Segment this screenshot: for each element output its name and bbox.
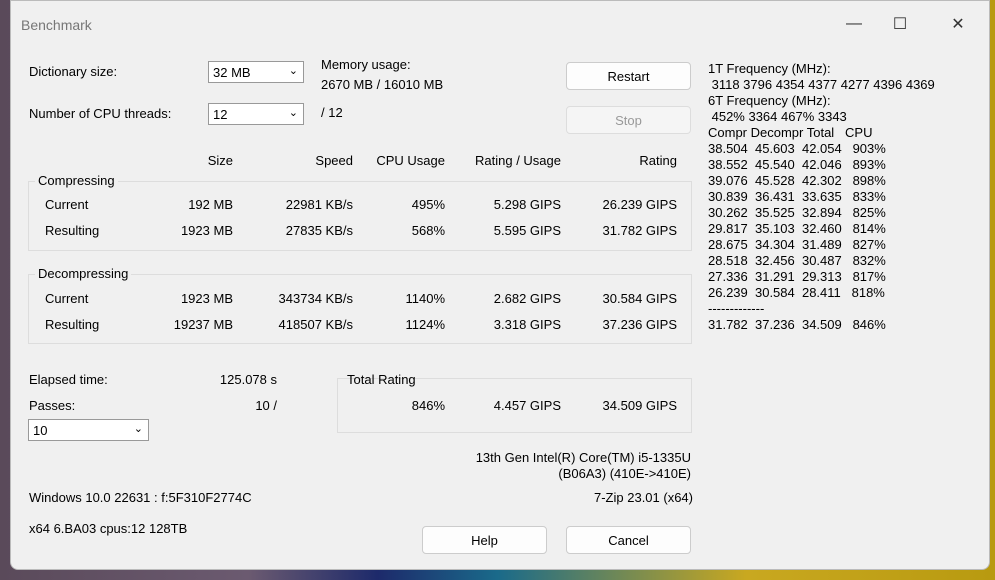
chevron-down-icon: ⌄: [288, 65, 298, 77]
memory-value: 2670 MB / 16010 MB: [321, 77, 444, 92]
threads-max: / 12: [321, 105, 343, 120]
compressing-label: Compressing: [35, 173, 118, 188]
compressing-cell: 568%: [411, 223, 445, 238]
decompressing-cell: 418507 KB/s: [278, 317, 353, 332]
decompressing-cell: 30.584 GIPS: [602, 291, 677, 306]
decompressing-cell: 1923 MB: [180, 291, 233, 306]
threads-label: Number of CPU threads:: [29, 106, 172, 121]
decompressing-cell: 2.682 GIPS: [493, 291, 561, 306]
cancel-button[interactable]: Cancel: [566, 526, 691, 554]
decompressing-row-label: Resulting: [45, 317, 100, 332]
cpu-name: 13th Gen Intel(R) Core(TM) i5-1335U: [475, 450, 691, 465]
benchmark-log: 1T Frequency (MHz): 3118 3796 4354 4377 …: [708, 61, 935, 332]
decompressing-cell: 343734 KB/s: [278, 291, 353, 306]
dictionary-size-value: 32 MB: [213, 65, 251, 80]
window-title: Benchmark: [21, 17, 92, 33]
minimize-button[interactable]: —: [831, 9, 877, 39]
total-rating-label: Total Rating: [347, 372, 416, 387]
compressing-cell: 1923 MB: [180, 223, 233, 238]
col-size: Size: [207, 153, 233, 168]
stop-button[interactable]: Stop: [566, 106, 691, 134]
benchmark-window: Benchmark — ☐ ✕ Dictionary size: 32 MB ⌄ …: [10, 0, 990, 570]
compressing-row-label: Resulting: [45, 223, 100, 238]
col-cpu-usage: CPU Usage: [376, 153, 445, 168]
restart-button[interactable]: Restart: [566, 62, 691, 90]
chevron-down-icon: ⌄: [133, 423, 143, 435]
help-button[interactable]: Help: [422, 526, 547, 554]
passes-select-value: 10: [33, 423, 48, 438]
total-rating-usage: 4.457 GIPS: [493, 398, 561, 413]
decompressing-cell: 37.236 GIPS: [602, 317, 677, 332]
arch-info: x64 6.BA03 cpus:12 128TB: [29, 521, 188, 536]
dictionary-size-select[interactable]: 32 MB ⌄: [208, 61, 304, 83]
threads-value: 12: [213, 107, 228, 122]
compressing-group: Compressing: [28, 173, 692, 251]
col-rating-usage: Rating / Usage: [475, 153, 561, 168]
total-rating-value: 34.509 GIPS: [602, 398, 677, 413]
decompressing-row-label: Current: [45, 291, 89, 306]
decompressing-label: Decompressing: [35, 266, 132, 281]
compressing-cell: 22981 KB/s: [285, 197, 353, 212]
passes-value: 10 /: [255, 398, 277, 413]
elapsed-label: Elapsed time:: [29, 372, 108, 387]
decompressing-cell: 1140%: [405, 291, 445, 306]
decompressing-cell: 1124%: [405, 317, 445, 332]
compressing-cell: 192 MB: [188, 197, 233, 212]
close-button[interactable]: ✕: [935, 9, 981, 39]
decompressing-cell: 19237 MB: [173, 317, 233, 332]
chevron-down-icon: ⌄: [288, 107, 298, 119]
compressing-cell: 31.782 GIPS: [602, 223, 677, 238]
compressing-cell: 27835 KB/s: [285, 223, 353, 238]
version-info: 7-Zip 23.01 (x64): [594, 490, 693, 505]
compressing-cell: 26.239 GIPS: [602, 197, 677, 212]
compressing-cell: 495%: [411, 197, 445, 212]
passes-select[interactable]: 10 ⌄: [28, 419, 149, 441]
total-cpu: 846%: [411, 398, 445, 413]
maximize-button[interactable]: ☐: [877, 9, 923, 39]
passes-label: Passes:: [29, 398, 76, 413]
decompressing-cell: 3.318 GIPS: [493, 317, 561, 332]
elapsed-value: 125.078 s: [219, 372, 277, 387]
compressing-cell: 5.595 GIPS: [493, 223, 561, 238]
compressing-cell: 5.298 GIPS: [493, 197, 561, 212]
compressing-row-label: Current: [45, 197, 89, 212]
cpu-id: (B06A3) (410E->410E): [558, 466, 691, 481]
col-rating: Rating: [639, 153, 677, 168]
dictionary-size-label: Dictionary size:: [29, 64, 118, 79]
os-info: Windows 10.0 22631 : f:5F310F2774C: [29, 490, 252, 505]
decompressing-group: Decompressing: [28, 266, 692, 344]
threads-select[interactable]: 12 ⌄: [208, 103, 304, 125]
memory-label: Memory usage:: [321, 57, 411, 72]
col-speed: Speed: [315, 153, 353, 168]
